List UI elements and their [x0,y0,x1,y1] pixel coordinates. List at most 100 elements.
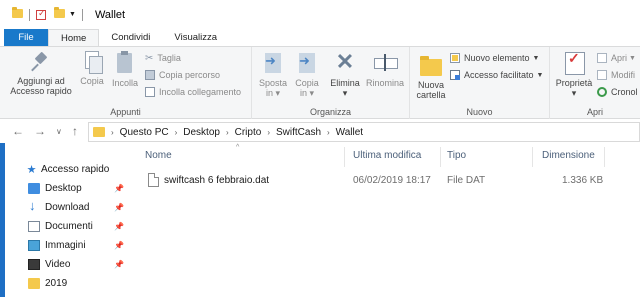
breadcrumb-wallet[interactable]: Wallet [336,127,363,138]
nav-item-pictures[interactable]: Immagini 📌 [28,236,128,254]
breadcrumb-chevron-icon[interactable]: › [327,128,330,137]
nav-item-2019[interactable]: 2019 [28,274,128,292]
group-label-clipboard: Appunti [110,107,141,117]
folder-icon [93,127,105,137]
nav-item-desktop[interactable]: Desktop 📌 [28,179,128,197]
desktop-icon [28,182,40,194]
pin-label-2: Accesso rapido [10,86,72,96]
column-header-size[interactable]: Dimensione [542,150,595,161]
paste-label: Incolla [111,78,138,88]
pin-icon[interactable]: 📌 [114,241,124,250]
file-modified: 06/02/2019 18:17 [353,175,431,186]
new-folder-button[interactable]: Nuova cartella [414,51,448,100]
nav-item-label: Download [45,201,90,213]
breadcrumb-this-pc[interactable]: Questo PC [120,127,169,138]
breadcrumb-cripto[interactable]: Cripto [235,127,262,138]
folder-icon[interactable] [12,7,23,20]
new-folder-icon[interactable] [54,7,65,20]
new-item-button[interactable]: Nuovo elemento ▼ [450,51,539,65]
nav-quick-access[interactable]: ★ Accesso rapido [26,160,126,178]
file-type: File DAT [447,175,486,186]
edit-button[interactable]: Modifi [597,68,635,82]
file-list: ^ Nome Ultima modifica Tipo Dimensione s… [132,143,640,297]
properties-dropdown-icon: ▾ [571,88,577,98]
nav-item-documents[interactable]: Documenti 📌 [28,217,128,235]
background-window-strip [0,143,5,297]
breadcrumb-chevron-icon[interactable]: › [175,128,178,137]
copy-button[interactable]: Copia [78,51,106,86]
column-divider[interactable] [604,147,605,167]
cut-button[interactable]: ✂ Taglia [145,51,181,65]
move-to-icon [262,51,284,75]
breadcrumb-chevron-icon[interactable]: › [226,128,229,137]
tab-view[interactable]: Visualizza [162,29,229,46]
breadcrumb-chevron-icon[interactable]: › [267,128,270,137]
paste-shortcut-button[interactable]: Incolla collegamento [145,85,241,99]
new-item-icon [450,53,460,63]
column-divider[interactable] [532,147,533,167]
group-clipboard: Aggiungi ad Accesso rapido Copia Incolla… [0,47,252,119]
recent-locations-chevron-icon[interactable]: ∨ [56,127,62,136]
tab-share[interactable]: Condividi [99,29,162,46]
edit-icon [597,70,607,80]
cut-label: Taglia [157,53,181,63]
copy-path-icon [145,70,155,80]
paste-shortcut-icon [145,87,155,97]
rename-icon [373,51,398,75]
move-to-button[interactable]: Sposta in ▾ [258,51,288,98]
properties-check-icon[interactable] [36,8,46,20]
easy-access-button[interactable]: Accesso facilitato ▼ [450,68,543,82]
pin-icon[interactable]: 📌 [114,203,124,212]
group-label-open: Apri [586,107,603,117]
forward-arrow-icon[interactable]: → [34,124,46,138]
easy-access-dropdown-icon: ▼ [536,71,544,79]
column-header-modified[interactable]: Ultima modifica [353,150,421,161]
properties-button[interactable]: Proprietà ▾ [552,51,596,98]
tab-home[interactable]: Home [48,29,100,46]
address-bar[interactable]: › Questo PC › Desktop › Cripto › SwiftCa… [88,122,640,142]
open-button[interactable]: Apri ▼ [597,51,636,65]
breadcrumb-chevron-icon[interactable]: › [111,128,114,137]
breadcrumb-swiftcash[interactable]: SwiftCash [276,127,321,138]
up-arrow-icon[interactable]: ↑ [72,124,78,138]
delete-button[interactable]: ✕ Elimina ▾ [328,51,362,99]
new-folder-label-2: cartella [416,90,446,100]
column-divider[interactable] [440,147,441,167]
pin-icon[interactable]: 📌 [114,260,124,269]
history-button[interactable]: Cronol [597,85,638,99]
back-arrow-icon[interactable]: ← [12,124,24,138]
breadcrumb-desktop[interactable]: Desktop [183,127,220,138]
column-header-type[interactable]: Tipo [447,150,466,161]
history-label: Cronol [611,87,638,97]
star-icon: ★ [26,163,37,176]
nav-item-download[interactable]: Download 📌 [28,198,128,216]
pin-quick-access-button[interactable]: Aggiungi ad Accesso rapido [6,51,76,96]
column-divider[interactable] [344,147,345,167]
nav-item-video[interactable]: Video 📌 [28,255,128,273]
tab-file[interactable]: File [4,29,48,46]
copy-path-label: Copia percorso [159,70,221,80]
pin-icon[interactable]: 📌 [114,222,124,231]
file-row[interactable]: swiftcash 6 febbraio.dat 06/02/2019 18:1… [142,171,612,189]
copy-to-button[interactable]: Copia in ▾ [292,51,322,98]
delete-label: Elimina [330,78,360,88]
file-name: swiftcash 6 febbraio.dat [164,175,270,186]
pictures-icon [28,239,40,251]
copy-to-label-1: Copia [295,78,319,88]
rename-button[interactable]: Rinomina [364,51,406,88]
paste-button[interactable]: Incolla [110,51,140,88]
copy-path-button[interactable]: Copia percorso [145,68,220,82]
customize-toolbar-dropdown-icon[interactable]: ▼ [69,11,76,18]
file-icon [148,173,159,187]
column-header-name[interactable]: Nome [145,150,172,161]
nav-item-label: Desktop [45,182,82,194]
new-folder-label-1: Nuova [417,80,444,90]
copy-to-icon [296,51,318,75]
copy-icon [83,51,103,74]
toolbar-separator [29,8,30,21]
ribbon: Aggiungi ad Accesso rapido Copia Incolla… [0,46,640,119]
new-item-dropdown-icon: ▼ [532,54,540,62]
rename-label: Rinomina [365,78,405,88]
pin-icon[interactable]: 📌 [114,184,124,193]
group-new: Nuova cartella Nuovo elemento ▼ Accesso … [410,47,550,119]
